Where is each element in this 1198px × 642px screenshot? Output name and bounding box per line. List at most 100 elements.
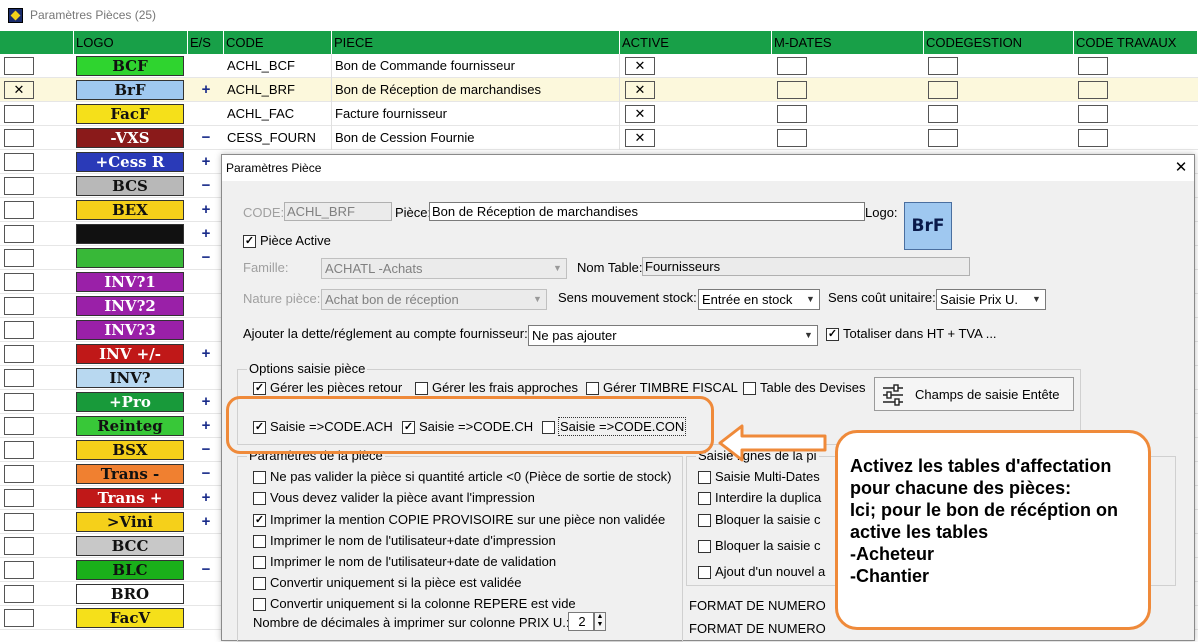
col-header-es[interactable]: E/S — [188, 31, 224, 54]
code-travaux-checkbox[interactable] — [1078, 105, 1108, 123]
piece-logo-image[interactable]: BrF — [904, 202, 952, 250]
logo-badge: BLC — [76, 560, 184, 580]
row-select-checkbox[interactable] — [4, 489, 34, 507]
callout-line-1: Activez les tables d'affectation — [850, 456, 1112, 476]
totaliser-checkbox[interactable]: ✓ — [826, 328, 839, 341]
callout-line-6: -Chantier — [850, 566, 930, 586]
row-select-checkbox[interactable] — [4, 297, 34, 315]
table-row[interactable]: ✕ BrF + ACHL_BRF Bon de Réception de marchan… — [0, 78, 1198, 102]
code-field[interactable]: ACHL_BRF — [284, 202, 392, 221]
row-select-checkbox[interactable] — [4, 561, 34, 579]
piece-active-checkbox[interactable]: ✓ — [243, 235, 256, 248]
row-select-checkbox[interactable] — [4, 465, 34, 483]
row-select-checkbox[interactable] — [4, 129, 34, 147]
line-option-checkbox[interactable] — [698, 492, 711, 505]
active-checkbox[interactable]: ✕ — [625, 129, 655, 147]
col-header-piece[interactable]: PIECE — [332, 31, 620, 54]
row-select-checkbox[interactable] — [4, 369, 34, 387]
sens-mouvement-select[interactable]: Entrée en stock ▼ — [698, 289, 820, 310]
piece-cell[interactable]: Bon de Cession Fournie — [332, 126, 620, 150]
code-cell[interactable]: ACHL_BRF — [224, 78, 332, 102]
code-travaux-checkbox[interactable] — [1078, 81, 1108, 99]
m-dates-checkbox[interactable] — [777, 81, 807, 99]
es-indicator — [196, 107, 216, 121]
code-cell[interactable]: ACHL_FAC — [224, 102, 332, 126]
line-option-checkbox[interactable] — [698, 514, 711, 527]
gerer-timbre-checkbox[interactable] — [586, 382, 599, 395]
logo-badge: INV?1 — [76, 272, 184, 292]
row-select-checkbox[interactable] — [4, 417, 34, 435]
col-header-active[interactable]: ACTIVE — [620, 31, 772, 54]
active-checkbox[interactable]: ✕ — [625, 57, 655, 75]
decimales-field[interactable]: 2 — [568, 612, 594, 631]
param-checkbox[interactable] — [253, 598, 266, 611]
col-header-codegestion[interactable]: CODEGESTION — [924, 31, 1074, 54]
gerer-frais-checkbox[interactable] — [415, 382, 428, 395]
famille-select[interactable]: ACHATL -Achats ▼ — [321, 258, 567, 279]
line-option-checkbox[interactable] — [698, 540, 711, 553]
row-select-checkbox[interactable] — [4, 153, 34, 171]
row-select-checkbox[interactable] — [4, 177, 34, 195]
code-cell[interactable]: ACHL_BCF — [224, 54, 332, 78]
param-checkbox[interactable] — [253, 577, 266, 590]
code-travaux-checkbox[interactable] — [1078, 57, 1108, 75]
table-devises-checkbox[interactable] — [743, 382, 756, 395]
row-select-checkbox[interactable] — [4, 225, 34, 243]
row-select-checkbox[interactable] — [4, 345, 34, 363]
col-header-logo[interactable]: LOGO — [74, 31, 188, 54]
row-select-checkbox[interactable] — [4, 513, 34, 531]
code-cell[interactable]: CESS_FOURN — [224, 126, 332, 150]
es-indicator: + — [201, 225, 211, 242]
row-select-checkbox[interactable]: ✕ — [4, 81, 34, 99]
param-checkbox[interactable]: ✓ — [253, 514, 266, 527]
row-select-checkbox[interactable] — [4, 537, 34, 555]
codegestion-checkbox[interactable] — [928, 105, 958, 123]
piece-field[interactable]: Bon de Réception de marchandises — [429, 202, 865, 221]
param-checkbox[interactable] — [253, 492, 266, 505]
piece-cell[interactable]: Bon de Commande fournisseur — [332, 54, 620, 78]
m-dates-checkbox[interactable] — [777, 129, 807, 147]
active-checkbox[interactable]: ✕ — [625, 81, 655, 99]
codegestion-checkbox[interactable] — [928, 57, 958, 75]
row-select-checkbox[interactable] — [4, 393, 34, 411]
row-select-checkbox[interactable] — [4, 273, 34, 291]
row-select-checkbox[interactable] — [4, 441, 34, 459]
table-row[interactable]: -VXS − CESS_FOURN Bon de Cession Fournie ✕ — [0, 126, 1198, 150]
table-row[interactable]: BCF ACHL_BCF Bon de Commande fournisseur ✕ — [0, 54, 1198, 78]
close-button[interactable]: ✕ — [1170, 157, 1192, 179]
col-header-select[interactable] — [0, 31, 74, 54]
nature-piece-select[interactable]: Achat bon de réception ▼ — [321, 289, 547, 310]
col-header-code-travaux[interactable]: CODE TRAVAUX — [1074, 31, 1198, 54]
m-dates-checkbox[interactable] — [777, 57, 807, 75]
row-select-checkbox[interactable] — [4, 57, 34, 75]
row-select-checkbox[interactable] — [4, 585, 34, 603]
param-checkbox[interactable] — [253, 471, 266, 484]
param-checkbox[interactable] — [253, 535, 266, 548]
codegestion-checkbox[interactable] — [928, 129, 958, 147]
ajouter-dette-select[interactable]: Ne pas ajouter ▼ — [528, 325, 818, 346]
app-icon — [8, 8, 23, 23]
param-checkbox[interactable] — [253, 556, 266, 569]
line-option-checkbox[interactable] — [698, 566, 711, 579]
code-travaux-checkbox[interactable] — [1078, 129, 1108, 147]
sens-cout-select[interactable]: Saisie Prix U. ▼ — [936, 289, 1046, 310]
row-select-checkbox[interactable] — [4, 201, 34, 219]
decimales-spinner[interactable]: ▲ ▼ — [594, 612, 606, 631]
champs-saisie-entete-button[interactable]: Champs de saisie Entête — [874, 377, 1074, 411]
window-title: Paramètres Pièces (25) — [30, 8, 157, 22]
row-select-checkbox[interactable] — [4, 321, 34, 339]
nom-table-field[interactable]: Fournisseurs — [642, 257, 970, 276]
active-checkbox[interactable]: ✕ — [625, 105, 655, 123]
table-row[interactable]: FacF ACHL_FAC Facture fournisseur ✕ — [0, 102, 1198, 126]
piece-cell[interactable]: Bon de Réception de marchandises — [332, 78, 620, 102]
gerer-retour-checkbox[interactable]: ✓ — [253, 382, 266, 395]
codegestion-checkbox[interactable] — [928, 81, 958, 99]
col-header-code[interactable]: CODE — [224, 31, 332, 54]
col-header-m-dates[interactable]: M-DATES — [772, 31, 924, 54]
row-select-checkbox[interactable] — [4, 609, 34, 627]
m-dates-checkbox[interactable] — [777, 105, 807, 123]
row-select-checkbox[interactable] — [4, 105, 34, 123]
row-select-checkbox[interactable] — [4, 249, 34, 267]
callout-line-3: Ici; pour le bon de récéption on — [850, 500, 1119, 520]
piece-cell[interactable]: Facture fournisseur — [332, 102, 620, 126]
